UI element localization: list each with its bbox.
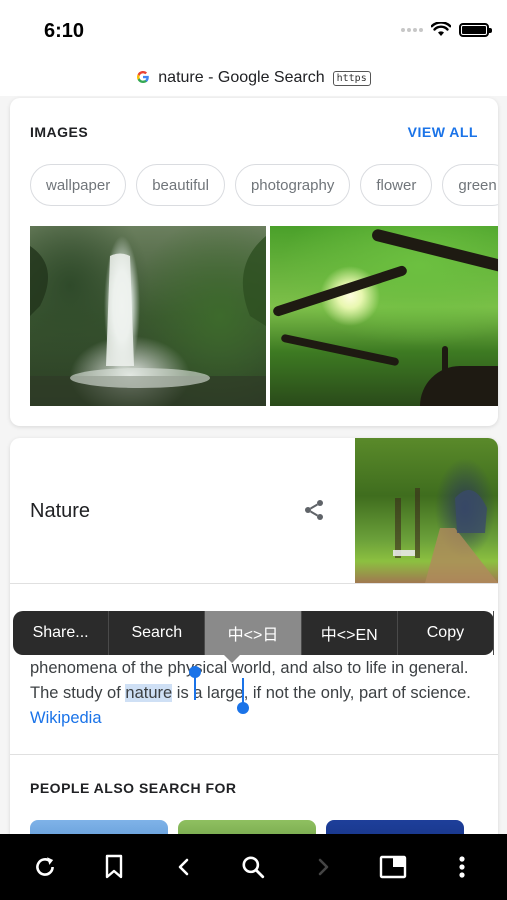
menu-search[interactable]: Search [109, 611, 206, 655]
selection-end-handle[interactable] [237, 702, 249, 714]
selected-word[interactable]: nature [125, 684, 173, 702]
description-text: phenomena of the physical world, and als… [30, 656, 480, 731]
entity-title: Nature [30, 500, 91, 522]
forward-icon [303, 847, 343, 887]
view-all-link[interactable]: VIEW ALL [408, 124, 478, 140]
image-chips: wallpaper beautiful photography flower g… [30, 164, 498, 206]
waterfall-image[interactable] [30, 226, 266, 406]
nature-thumbnail[interactable] [355, 438, 498, 583]
text-selection-menu: Share... Search 中<>日 中<>EN Copy [13, 611, 495, 663]
signal-icon [401, 27, 423, 32]
divider [10, 754, 498, 755]
images-card: IMAGES VIEW ALL wallpaper beautiful phot… [10, 98, 498, 426]
description-after: is a large, if not the only, part of sci… [172, 684, 471, 702]
bookmark-icon[interactable] [94, 847, 134, 887]
menu-copy[interactable]: Copy [398, 611, 495, 655]
google-logo-icon [136, 70, 150, 87]
page-title: nature - Google Search [158, 69, 325, 86]
tabs-icon[interactable] [373, 847, 413, 887]
chip-flower[interactable]: flower [360, 164, 433, 206]
reload-icon[interactable] [25, 847, 65, 887]
people-also-search-header: PEOPLE ALSO SEARCH FOR [30, 780, 237, 796]
selection-end-bar [242, 678, 244, 704]
url-bar[interactable]: nature - Google Search https [0, 60, 507, 96]
search-icon[interactable] [233, 847, 273, 887]
chip-wallpaper[interactable]: wallpaper [30, 164, 127, 206]
status-time: 6:10 [44, 20, 85, 42]
wikipedia-link[interactable]: Wikipedia [30, 709, 102, 727]
chip-beautiful[interactable]: beautiful [136, 164, 225, 206]
https-badge: https [332, 70, 371, 86]
status-bar: 6:10 [0, 0, 507, 60]
more-icon[interactable] [442, 847, 482, 887]
battery-icon [459, 22, 492, 37]
bottom-toolbar [0, 834, 507, 900]
chip-green[interactable]: green [442, 164, 498, 206]
chip-photography[interactable]: photography [234, 164, 351, 206]
share-icon[interactable] [302, 498, 326, 522]
images-header: IMAGES [30, 124, 89, 140]
tree-image[interactable] [270, 226, 498, 406]
menu-share[interactable]: Share... [13, 611, 110, 655]
menu-translate-zh-en[interactable]: 中<>EN [302, 611, 398, 655]
menu-pointer [224, 655, 240, 663]
divider [10, 583, 498, 584]
back-icon[interactable] [164, 847, 204, 887]
selection-start-bar [194, 674, 196, 700]
status-icons [401, 22, 492, 37]
menu-translate-zh-ja[interactable]: 中<>日 [205, 611, 302, 655]
wifi-icon [431, 22, 451, 36]
